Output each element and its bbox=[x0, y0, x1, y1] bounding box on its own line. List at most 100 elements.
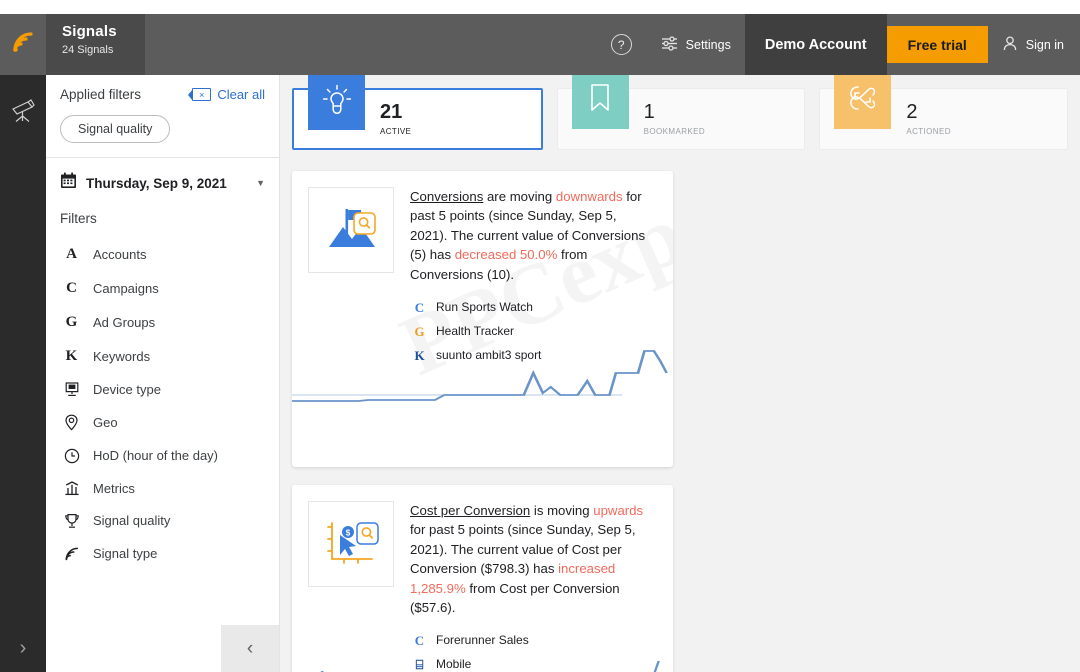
clear-all-button[interactable]: × Clear all bbox=[192, 87, 265, 102]
signal-card[interactable]: PPCexpo bbox=[292, 171, 673, 467]
applied-chip-row: Signal quality bbox=[46, 102, 279, 157]
stat-body: 2 Actioned bbox=[906, 101, 951, 137]
filters-sidebar: Applied filters × Clear all Signal quali… bbox=[46, 75, 280, 672]
sidebar-item-label: Device type bbox=[93, 381, 161, 397]
tag-label: Forerunner Sales bbox=[436, 632, 529, 647]
applied-filters-header: Applied filters × Clear all bbox=[46, 75, 279, 102]
list-item[interactable]: G Health Tracker bbox=[410, 319, 657, 343]
sliders-icon bbox=[660, 35, 679, 55]
sidebar-item-keywords[interactable]: K Keywords bbox=[46, 339, 279, 373]
telescope-icon bbox=[8, 95, 38, 130]
sidebar-item-signal-type[interactable]: Signal type bbox=[46, 537, 279, 570]
metric-link[interactable]: Conversions bbox=[410, 189, 483, 204]
tag-label: Health Tracker bbox=[436, 323, 515, 338]
user-icon bbox=[1002, 35, 1018, 55]
sparkline-path bbox=[320, 660, 660, 672]
rss-icon bbox=[63, 546, 80, 562]
stat-body: 21 Active bbox=[380, 101, 411, 137]
clock-icon bbox=[63, 448, 80, 464]
chevron-right-icon: › bbox=[19, 637, 27, 659]
sparkline-chart bbox=[292, 657, 673, 672]
stat-label: Active bbox=[380, 123, 412, 137]
sidebar-item-metrics[interactable]: Metrics bbox=[46, 472, 279, 504]
list-item[interactable]: C Forerunner Sales bbox=[410, 628, 657, 652]
card-thumbnail bbox=[308, 187, 394, 273]
list-item[interactable]: C Run Sports Watch bbox=[410, 295, 657, 319]
stat-card-bookmarked[interactable]: 1 Bookmarked bbox=[556, 75, 806, 150]
direction-word: upwards bbox=[593, 503, 644, 518]
letter-g-icon: G bbox=[65, 313, 78, 330]
campaign-icon: C bbox=[414, 632, 425, 648]
app-header: Signals 24 Signals ? Settings Demo Accou… bbox=[46, 14, 1080, 75]
sidebar-item-label: Signal type bbox=[93, 546, 158, 561]
signin-button[interactable]: Sign in bbox=[988, 14, 1080, 75]
app-root: › Signals 24 Signals ? Settings Demo Acc… bbox=[0, 0, 1080, 672]
filter-chip-signal-quality[interactable]: Signal quality bbox=[60, 115, 171, 143]
metric-link[interactable]: Cost per Conversion bbox=[410, 503, 530, 518]
letter-c-icon: C bbox=[66, 279, 77, 296]
chevron-left-icon: ‹ bbox=[246, 637, 254, 659]
page-title: Signals bbox=[62, 23, 117, 40]
chevron-down-icon[interactable]: ▼ bbox=[256, 178, 265, 188]
help-button[interactable]: ? bbox=[597, 14, 646, 75]
sidebar-item-geo[interactable]: Geo bbox=[46, 405, 279, 439]
free-trial-button[interactable]: Free trial bbox=[886, 26, 988, 63]
sidebar-item-label: Signal quality bbox=[93, 513, 171, 528]
filter-list: A Accounts C Campaigns G Ad Groups K Key… bbox=[46, 226, 279, 570]
sidebar-item-label: Ad Groups bbox=[93, 314, 156, 330]
app-logo[interactable] bbox=[0, 14, 46, 75]
direction-word: downwards bbox=[555, 189, 623, 204]
brand-block: Signals 24 Signals bbox=[46, 14, 145, 75]
calendar-icon bbox=[60, 172, 77, 194]
card-description: Cost per Conversion is moving upwards fo… bbox=[410, 501, 657, 672]
header-spacer bbox=[145, 14, 597, 75]
sidebar-item-ad-groups[interactable]: G Ad Groups bbox=[46, 305, 279, 339]
card-description: Conversions are moving downwards for pas… bbox=[410, 187, 657, 368]
stat-body: 1 Bookmarked bbox=[644, 101, 705, 137]
settings-button[interactable]: Settings bbox=[646, 14, 745, 75]
stat-card-active[interactable]: 21 Active bbox=[292, 75, 543, 150]
sidebar-item-label: HoD (hour of the day) bbox=[93, 448, 219, 463]
cursor-dollar-search-icon: $ bbox=[320, 515, 382, 574]
left-icon-rail: › bbox=[0, 14, 46, 672]
selected-date: Thursday, Sep 9, 2021 bbox=[86, 175, 227, 191]
sidebar-item-device-type[interactable]: Device type bbox=[46, 373, 279, 405]
card-thumbnail: $ bbox=[308, 501, 394, 587]
rail-item-telescope[interactable] bbox=[0, 75, 46, 150]
clear-all-label: Clear all bbox=[217, 87, 265, 102]
monitor-icon bbox=[63, 381, 80, 397]
account-switcher[interactable]: Demo Account bbox=[744, 14, 887, 75]
sidebar-item-signal-quality[interactable]: Signal quality bbox=[46, 504, 279, 537]
main-content: 21 Active 1 Bookmarked bbox=[280, 75, 1080, 672]
adgroup-icon: G bbox=[414, 323, 425, 339]
stat-value: 2 bbox=[906, 101, 918, 123]
sidebar-item-hod[interactable]: HoD (hour of the day) bbox=[46, 439, 279, 472]
settings-label: Settings bbox=[685, 37, 731, 52]
date-picker[interactable]: Thursday, Sep 9, 2021 ▼ bbox=[46, 158, 279, 194]
svg-text:$: $ bbox=[346, 528, 351, 537]
sidebar-item-label: Campaigns bbox=[93, 280, 159, 296]
card-top: Conversions are moving downwards for pas… bbox=[308, 187, 657, 368]
signal-card[interactable]: $ Cost per Conversion is moving upwards … bbox=[292, 485, 673, 672]
signal-count: 24 Signals bbox=[62, 44, 114, 56]
sparkline-chart bbox=[292, 343, 673, 413]
sidebar-item-label: Metrics bbox=[93, 480, 135, 496]
card-text-1: is moving bbox=[530, 503, 594, 518]
sidebar-collapse-button[interactable]: ‹ bbox=[221, 625, 279, 672]
rail-expand-button[interactable]: › bbox=[0, 625, 46, 672]
signal-card-grid: PPCexpo bbox=[280, 150, 1080, 672]
header-actions: ? Settings Demo Account Free trial Sign … bbox=[597, 14, 1080, 75]
sidebar-item-accounts[interactable]: A Accounts bbox=[46, 237, 279, 271]
stat-card-actioned[interactable]: 2 Actioned bbox=[819, 75, 1069, 150]
stat-label: Bookmarked bbox=[643, 123, 706, 137]
lightbulb-icon-wrap bbox=[308, 75, 365, 130]
rss-signal-icon bbox=[10, 29, 36, 60]
link-loop-icon bbox=[846, 81, 880, 120]
map-pin-icon bbox=[63, 414, 80, 431]
sidebar-item-campaigns[interactable]: C Campaigns bbox=[46, 271, 279, 305]
stat-value: 21 bbox=[380, 101, 403, 123]
top-strip bbox=[0, 0, 1080, 14]
stat-label: Actioned bbox=[906, 123, 951, 137]
stat-value: 1 bbox=[643, 101, 655, 123]
clear-icon: × bbox=[192, 88, 212, 101]
